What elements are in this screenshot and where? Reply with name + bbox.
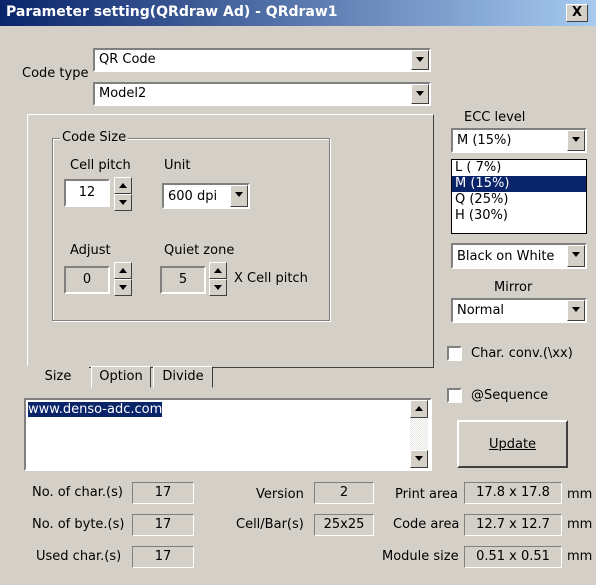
sequence-checkbox[interactable] <box>447 388 462 403</box>
adjust-label: Adjust <box>70 243 111 258</box>
print-area-unit: mm <box>567 487 593 502</box>
tab-divide[interactable]: Divide <box>153 366 213 388</box>
module-size-value: 0.51 x 0.51 <box>464 546 562 568</box>
adjust-up-button[interactable] <box>114 262 132 279</box>
ecc-level-dropdown[interactable]: L ( 7%) M (15%) Q (25%) H (30%) <box>451 159 587 234</box>
close-button[interactable]: X <box>566 4 588 22</box>
model-value: Model2 <box>99 86 147 101</box>
update-label: Update <box>488 437 537 452</box>
version-value: 2 <box>314 482 374 504</box>
color-select[interactable]: Black on White <box>451 243 587 269</box>
data-textarea[interactable]: www.denso-adc.com <box>24 398 432 471</box>
mirror-value: Normal <box>457 303 505 318</box>
unit-value: 600 dpi <box>168 189 218 204</box>
ecc-option[interactable]: M (15%) <box>452 176 586 192</box>
ecc-level-label: ECC level <box>464 110 526 125</box>
chevron-down-icon[interactable] <box>411 84 429 104</box>
color-value: Black on White <box>457 249 555 264</box>
print-area-label: Print area <box>395 487 459 502</box>
quiet-zone-input[interactable]: 5 <box>160 266 206 294</box>
version-label: Version <box>256 487 304 502</box>
code-type-value: QR Code <box>99 52 156 67</box>
tab-size[interactable]: Size <box>27 366 89 389</box>
module-size-label: Module size <box>382 549 459 564</box>
mirror-select[interactable]: Normal <box>451 298 587 323</box>
unit-label: Unit <box>164 158 191 173</box>
quiet-zone-label: Quiet zone <box>164 243 235 258</box>
code-size-label: Code Size <box>60 130 129 145</box>
sequence-label: @Sequence <box>471 388 549 403</box>
code-area-value: 12.7 x 12.7 <box>464 514 562 536</box>
cell-pitch-up-button[interactable] <box>114 177 132 194</box>
mirror-label: Mirror <box>494 280 533 295</box>
unit-select[interactable]: 600 dpi <box>162 183 250 209</box>
scroll-down-button[interactable] <box>410 450 428 468</box>
no-bytes-value: 17 <box>132 514 194 536</box>
ecc-option[interactable]: Q (25%) <box>452 192 586 208</box>
char-conv-label: Char. conv.(\xx) <box>471 346 573 361</box>
cellbar-label: Cell/Bar(s) <box>236 517 304 532</box>
quiet-zone-up-button[interactable] <box>209 262 227 279</box>
used-chars-value: 17 <box>132 546 194 568</box>
module-size-unit: mm <box>567 549 593 564</box>
adjust-input[interactable]: 0 <box>64 266 110 294</box>
chevron-down-icon[interactable] <box>411 50 429 70</box>
code-type-label: Code type <box>22 66 89 81</box>
char-conv-checkbox[interactable] <box>447 346 462 361</box>
no-chars-value: 17 <box>132 482 194 504</box>
update-button[interactable]: Update <box>457 420 568 468</box>
used-chars-label: Used char.(s) <box>36 549 122 564</box>
window-title: Parameter setting(QRdraw Ad) - QRdraw1 <box>6 4 338 20</box>
chevron-down-icon[interactable] <box>567 300 585 321</box>
no-chars-label: No. of char.(s) <box>32 485 123 500</box>
chevron-down-icon[interactable] <box>230 185 248 207</box>
tab-option[interactable]: Option <box>91 366 151 388</box>
code-type-select[interactable]: QR Code <box>93 48 431 72</box>
ecc-level-select[interactable]: M (15%) <box>451 128 587 153</box>
adjust-down-button[interactable] <box>114 279 132 296</box>
ecc-option[interactable]: L ( 7%) <box>452 160 586 176</box>
cell-pitch-input[interactable]: 12 <box>64 179 110 207</box>
cellbar-value: 25x25 <box>314 514 374 536</box>
chevron-down-icon[interactable] <box>567 245 585 267</box>
print-area-value: 17.8 x 17.8 <box>464 482 562 504</box>
cell-pitch-label: Cell pitch <box>70 158 131 173</box>
scroll-up-button[interactable] <box>410 400 428 418</box>
quiet-zone-suffix: X Cell pitch <box>234 271 308 286</box>
ecc-level-value: M (15%) <box>457 133 512 148</box>
chevron-down-icon[interactable] <box>567 130 585 151</box>
quiet-zone-down-button[interactable] <box>209 279 227 296</box>
data-text: www.denso-adc.com <box>28 402 163 417</box>
cell-pitch-down-button[interactable] <box>114 194 132 211</box>
no-bytes-label: No. of byte.(s) <box>32 517 125 532</box>
ecc-option[interactable]: H (30%) <box>452 208 586 224</box>
code-area-unit: mm <box>567 517 593 532</box>
code-area-label: Code area <box>393 517 460 532</box>
model-select[interactable]: Model2 <box>93 82 431 106</box>
